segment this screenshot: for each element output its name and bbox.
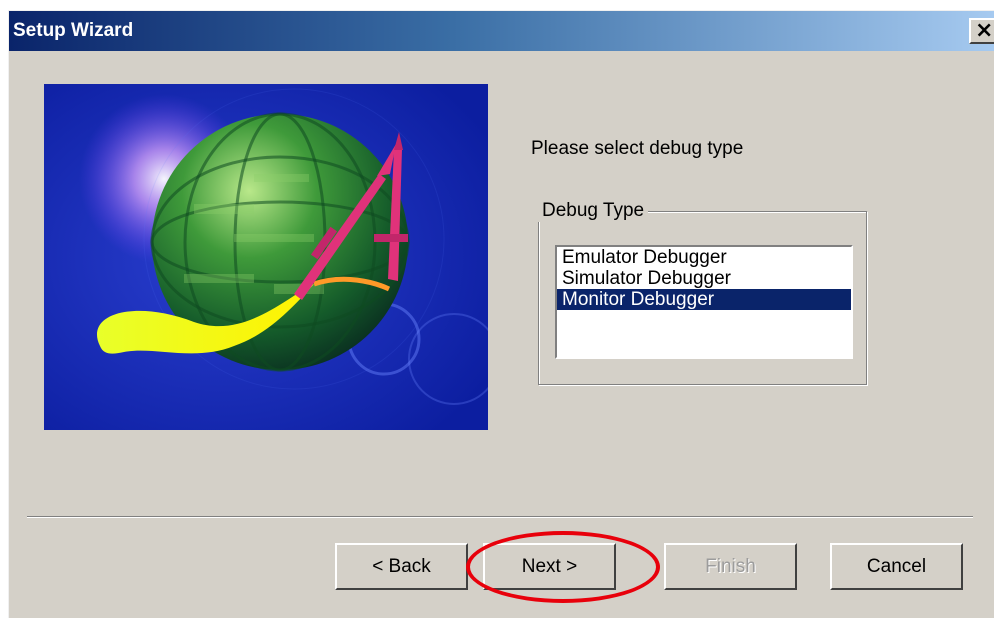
list-item-monitor-debugger[interactable]: Monitor Debugger: [557, 289, 851, 310]
close-icon: ×: [975, 18, 994, 43]
debug-type-prompt: Please select debug type: [531, 138, 744, 159]
next-button[interactable]: Next >: [483, 543, 616, 590]
finish-button: Finish: [664, 543, 797, 590]
debug-type-group-label: Debug Type: [538, 200, 649, 222]
cancel-button[interactable]: Cancel: [830, 543, 963, 590]
window-title: Setup Wizard: [13, 20, 134, 41]
list-item-emulator-debugger[interactable]: Emulator Debugger: [557, 247, 851, 268]
button-separator: [27, 516, 973, 518]
list-item-simulator-debugger[interactable]: Simulator Debugger: [557, 268, 851, 289]
wizard-illustration: [44, 84, 488, 430]
back-button[interactable]: < Back: [335, 543, 468, 590]
title-bar[interactable]: Setup Wizard ×: [9, 11, 994, 51]
close-button[interactable]: ×: [969, 18, 994, 44]
debug-type-listbox[interactable]: Emulator Debugger Simulator Debugger Mon…: [555, 245, 853, 359]
